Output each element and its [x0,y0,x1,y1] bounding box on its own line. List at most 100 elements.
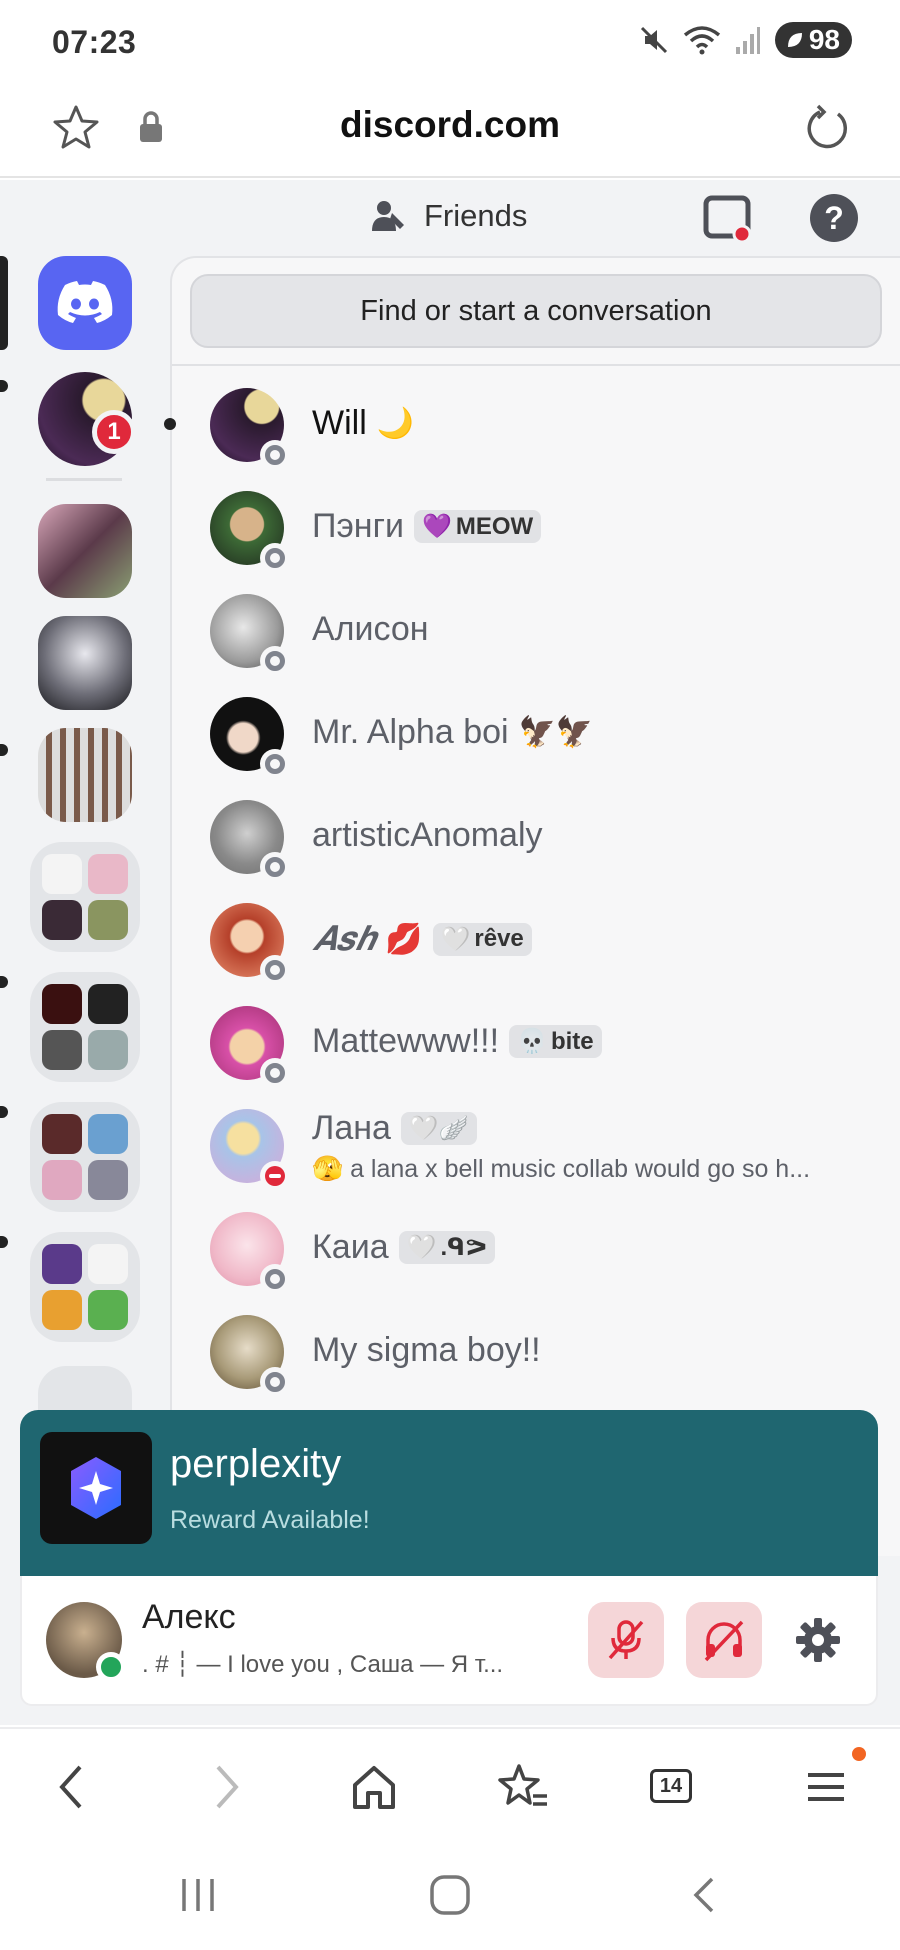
dm-item[interactable]: Mattewww!!! 💀 bite [172,992,900,1092]
forward-button[interactable] [196,1757,256,1817]
system-back-icon[interactable] [684,1875,724,1915]
search-input[interactable]: Find or start a conversation [190,274,882,348]
home-button[interactable] [38,256,132,350]
battery-level: 98 [808,24,840,55]
dm-name: Лана 🤍🪽 [312,1109,477,1148]
friends-title: Friends [424,198,528,233]
status-offline-icon [260,1367,290,1397]
reload-icon[interactable] [798,100,854,156]
server-icon[interactable] [38,728,132,822]
dm-name: My sigma boy!! [312,1331,541,1369]
status-time: 07:23 [52,24,137,60]
dm-name: Пэнги 💜 MEOW [312,507,542,546]
help-icon[interactable]: ? [810,194,858,242]
friends-icon [372,201,404,231]
perplexity-logo-icon [40,1432,152,1544]
profile-tag: 🤍🪽 [400,1112,477,1145]
dm-name: Mattewww!!! 💀 bite [312,1022,602,1061]
direct-messages-panel: Find or start a conversation Will 🌙 Пэнги… [164,256,900,1556]
mic-off-icon [608,1620,644,1660]
unread-pill [0,744,8,756]
dm-item[interactable]: Mr. Alpha boi 🦅🦅 [172,683,900,783]
battery-icon: 98 [774,22,852,58]
home-system-icon[interactable] [428,1873,472,1917]
dm-item[interactable]: My sigma boy!! [172,1301,900,1401]
status-offline-icon [260,749,290,779]
browser-toolbar: 14 [0,1727,900,1837]
bookmarks-button[interactable] [494,1757,554,1817]
user-panel: Алекс . # ┆ — I love you , Саша — Я т... [20,1576,878,1706]
menu-button[interactable] [796,1747,866,1817]
dm-activity: 🫣 a lana x bell music collab would go so… [312,1155,811,1183]
unread-dot [164,418,176,430]
home-button[interactable] [344,1757,404,1817]
hamburger-menu-icon [808,1773,844,1801]
server-folder[interactable] [30,972,140,1082]
tabs-button[interactable]: 14 [644,1757,704,1817]
promo-title: perplexity [170,1442,342,1486]
dm-name: 𝑨𝒔𝒉 💋 🤍 rêve [312,919,532,959]
bookmarks-star-icon [498,1764,547,1806]
settings-gear-icon[interactable] [788,1610,848,1670]
status-offline-icon [260,543,290,573]
mute-mic-button[interactable] [588,1602,664,1678]
dm-name: Will 🌙 [312,404,415,442]
promo-banner[interactable]: perplexity Reward Available! [20,1410,878,1576]
discord-app: Friends ? 1 Find or start a conversation… [0,180,900,1725]
status-offline-icon [260,440,290,470]
dm-name: Каиа 🤍 .ᑫᕗ [312,1228,496,1267]
dm-item[interactable]: artisticAnomaly [172,786,900,886]
profile-tag: 🤍 rêve [432,922,532,956]
dm-item[interactable]: Will 🌙 [164,374,900,474]
server-icon[interactable] [38,504,132,598]
app-header: Friends ? [0,180,900,256]
status-offline-icon [260,852,290,882]
server-folder[interactable] [30,1232,140,1342]
deafen-button[interactable] [686,1602,762,1678]
status-offline-icon [260,1264,290,1294]
status-offline-icon [260,1058,290,1088]
headphones-off-icon [704,1620,744,1662]
divider [172,364,900,366]
server-folder[interactable] [30,1102,140,1212]
tab-count: 14 [650,1769,692,1803]
unread-pill [0,1236,8,1248]
dm-name: Mr. Alpha boi 🦅🦅 [312,713,594,751]
user-name[interactable]: Алекс [142,1598,236,1637]
status-bar: 07:23 98 [0,0,900,82]
notification-dot [852,1747,866,1761]
dm-item[interactable]: Пэнги 💜 MEOW [172,477,900,577]
rail-separator [46,478,122,481]
chevron-left-icon [59,1765,82,1809]
status-offline-icon [260,646,290,676]
chevron-right-icon [216,1765,239,1809]
status-offline-icon [260,955,290,985]
user-custom-status: . # ┆ — I love you , Саша — Я т... [142,1651,504,1678]
status-online-icon [96,1652,126,1682]
friends-header[interactable]: Friends [370,198,527,234]
server-icon[interactable] [38,616,132,710]
unread-pill [0,380,8,392]
profile-tag: 💜 MEOW [413,510,542,543]
url-text[interactable]: discord.com [0,104,900,146]
server-folder[interactable] [30,842,140,952]
dm-item[interactable]: Каиа 🤍 .ᑫᕗ [172,1198,900,1298]
mute-icon [640,26,667,54]
browser-url-bar: discord.com [0,82,900,178]
dm-item[interactable]: Лана 🤍🪽 🫣 a lana x bell music collab woul… [172,1095,900,1195]
back-button[interactable] [42,1757,102,1817]
leaf-icon [787,33,802,47]
recent-apps-icon[interactable] [178,1875,218,1915]
wifi-icon [683,26,720,55]
notification-badge: 1 [92,410,136,454]
dm-item[interactable]: 𝑨𝒔𝒉 💋 🤍 rêve [172,889,900,989]
inbox-icon[interactable] [702,194,752,244]
dm-name: artisticAnomaly [312,816,543,854]
dm-item[interactable]: Алисон [172,580,900,680]
unread-pill [0,976,8,988]
promo-subtitle: Reward Available! [170,1506,370,1534]
system-navigation-bar [0,1837,900,1950]
signal-icon [735,27,760,54]
selected-indicator [0,256,8,350]
discord-logo-icon [57,281,113,323]
